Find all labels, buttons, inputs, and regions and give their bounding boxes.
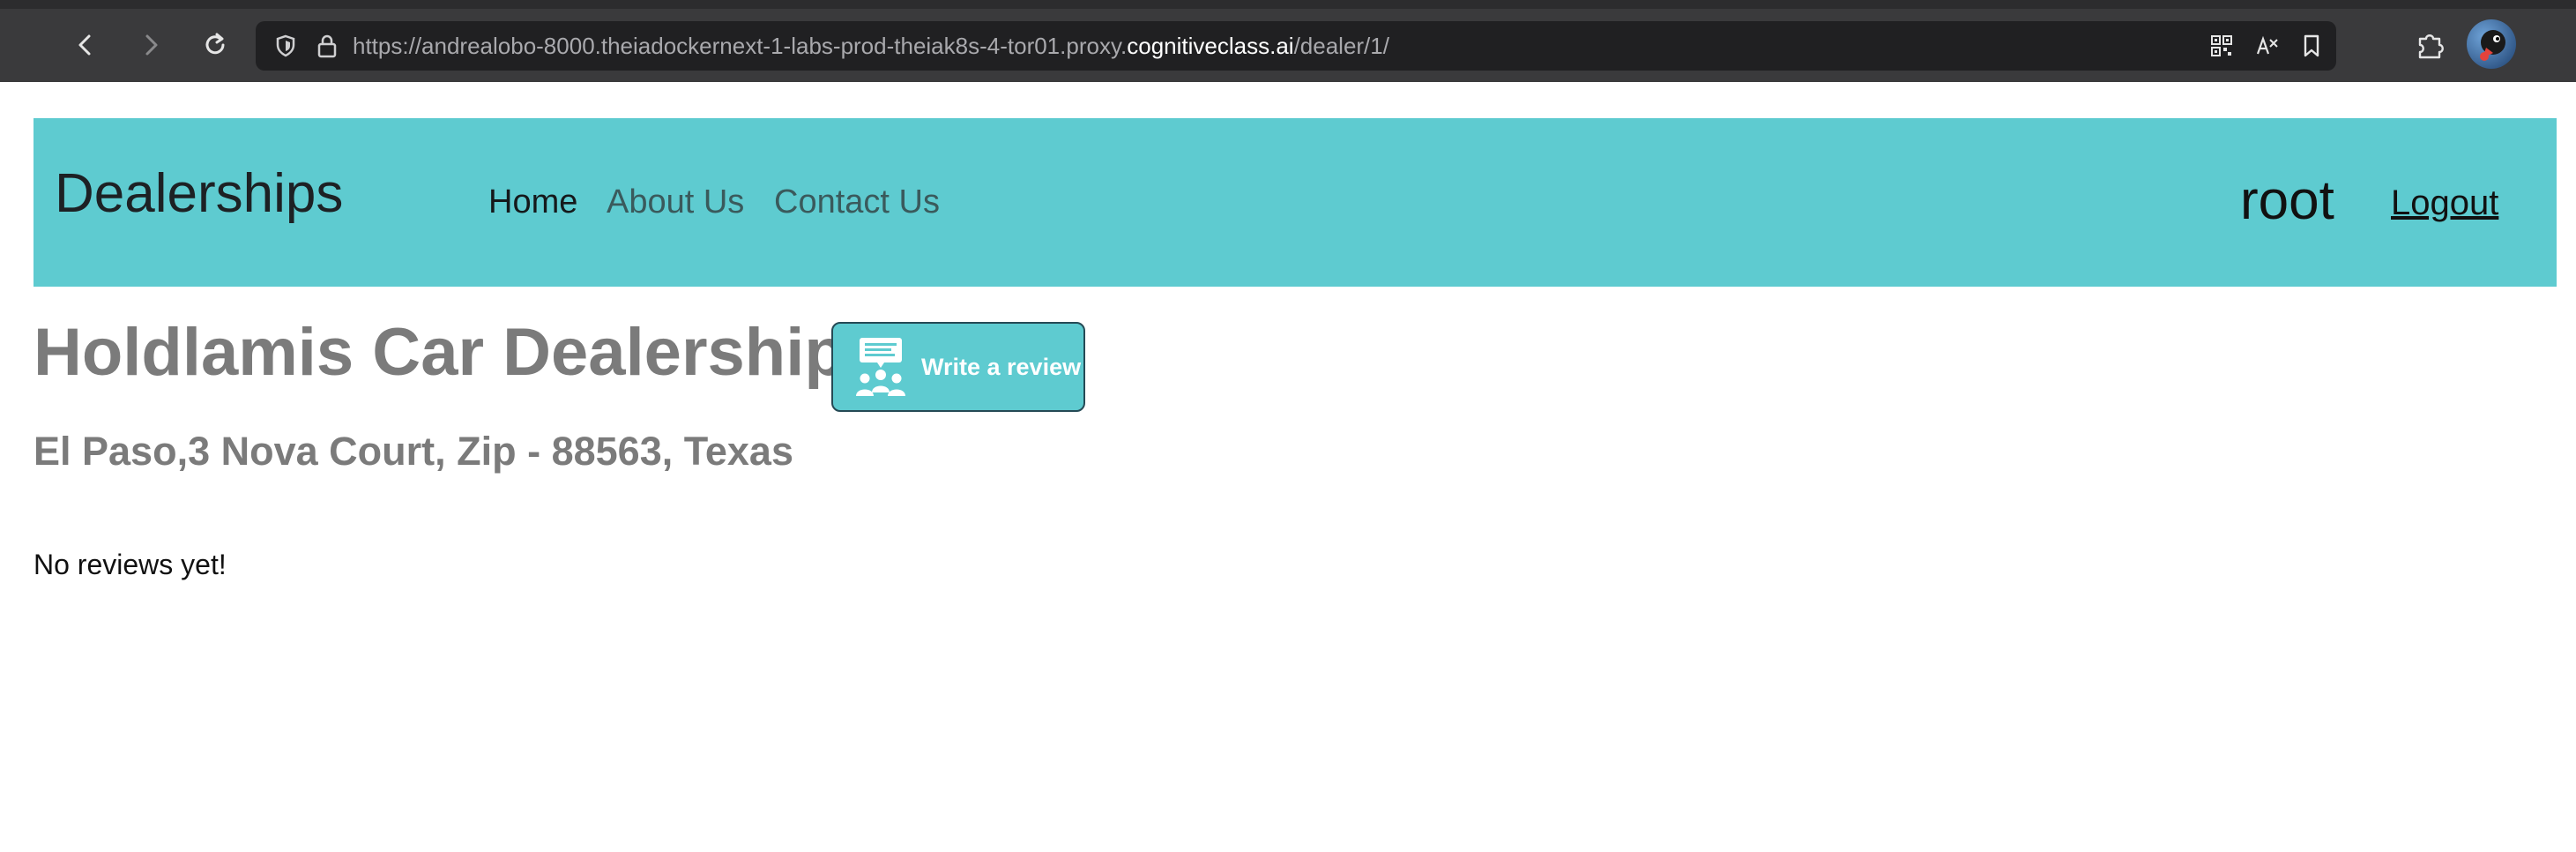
extensions-icon[interactable] <box>2414 28 2446 60</box>
site-navbar: Dealerships Home About Us Contact Us roo… <box>34 118 2557 287</box>
empty-reviews-message: No reviews yet! <box>34 549 227 580</box>
nav-link-home[interactable]: Home <box>488 183 577 221</box>
url-prefix: https://andrealobo-8000.theiadockernext-… <box>353 33 1128 59</box>
tab-strip <box>0 0 2576 9</box>
qr-code-button[interactable] <box>2207 32 2236 60</box>
url-text[interactable]: https://andrealobo-8000.theiadockernext-… <box>353 21 1389 71</box>
bookmark-button[interactable] <box>2297 32 2326 60</box>
bookmark-icon <box>2304 34 2319 57</box>
avatar-image <box>2480 30 2505 61</box>
url-domain: cognitiveclass.ai <box>1127 33 1294 59</box>
people-chat-icon <box>856 338 905 396</box>
brand-title[interactable]: Dealerships <box>55 162 343 225</box>
address-bar[interactable]: https://andrealobo-8000.theiadockernext-… <box>256 21 2336 71</box>
translate-icon <box>2256 35 2278 55</box>
profile-avatar[interactable] <box>2467 19 2516 69</box>
qr-code-icon <box>2211 35 2232 56</box>
back-icon <box>78 34 91 56</box>
url-path: /dealer/1/ <box>1293 33 1389 59</box>
forward-button[interactable] <box>129 23 173 67</box>
back-button[interactable] <box>63 23 108 67</box>
shield-icon[interactable] <box>273 34 298 58</box>
translate-button[interactable] <box>2253 32 2282 60</box>
logout-link[interactable]: Logout <box>2391 183 2498 223</box>
dealer-address: El Paso,3 Nova Court, Zip - 88563, Texas <box>34 429 793 474</box>
nav-link-contact-us[interactable]: Contact Us <box>774 183 940 221</box>
browser-toolbar: https://andrealobo-8000.theiadockernext-… <box>0 0 2576 82</box>
username-label: root <box>2240 170 2334 231</box>
write-review-label: Write a review <box>921 353 1082 380</box>
reload-icon <box>205 33 225 55</box>
reload-button[interactable] <box>193 23 237 67</box>
dealer-name-heading: Holdlamis Car Dealership <box>34 315 845 390</box>
nav-link-about-us[interactable]: About Us <box>607 183 744 221</box>
write-review-button[interactable]: Write a review <box>831 322 1085 412</box>
forward-icon <box>145 34 158 56</box>
lock-icon[interactable] <box>316 33 339 59</box>
